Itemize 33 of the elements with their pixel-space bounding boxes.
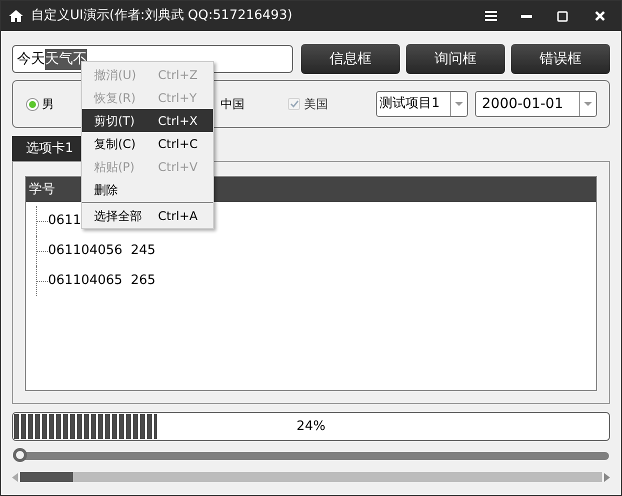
column-header: 学号 <box>28 180 56 199</box>
date-value: 2000-01-01 <box>480 94 564 114</box>
window-title: 自定义UI演示(作者:刘典武 QQ:517216493) <box>31 7 292 26</box>
scrollbar-thumb[interactable] <box>20 472 73 482</box>
dialog-button[interactable]: 询问框 <box>406 44 506 74</box>
option-label: 美国 <box>304 96 328 113</box>
menu-item[interactable]: 剪切(T) Ctrl+X <box>82 109 213 132</box>
option-label: 男 <box>42 96 54 113</box>
tree-item[interactable]: 061104065 265 <box>48 271 156 291</box>
home-icon <box>9 10 23 22</box>
option-label: 中国 <box>220 97 245 111</box>
date-field[interactable]: 2000-01-01 <box>474 91 598 117</box>
combo-box[interactable]: 测试项目1 <box>376 91 468 117</box>
dropdown-icon <box>584 102 592 106</box>
slider-thumb[interactable] <box>13 448 27 462</box>
maximize-icon[interactable] <box>557 10 568 22</box>
dropdown-icon <box>454 102 463 106</box>
minimize-icon[interactable] <box>521 14 532 18</box>
scrollbar-track[interactable] <box>20 472 602 482</box>
field-text: 天气不 <box>45 48 87 70</box>
scroll-right-icon[interactable] <box>604 472 610 482</box>
combo-value: 测试项目1 <box>378 95 441 114</box>
dialog-button[interactable]: 错误框 <box>511 44 610 74</box>
menu-icon[interactable] <box>485 11 497 21</box>
tree-item[interactable]: 061104056 245 <box>48 241 156 261</box>
close-icon[interactable] <box>595 11 605 21</box>
progress-text: 24% <box>296 418 326 436</box>
menu-item[interactable]: 删除 <box>82 178 213 201</box>
menu-item[interactable]: 选择全部 Ctrl+A <box>82 204 213 227</box>
tree-item[interactable]: 0611 <box>48 211 82 231</box>
field-text: 今天 <box>17 50 45 68</box>
radio-button[interactable] <box>26 98 39 110</box>
dialog-button[interactable]: 信息框 <box>301 44 400 74</box>
